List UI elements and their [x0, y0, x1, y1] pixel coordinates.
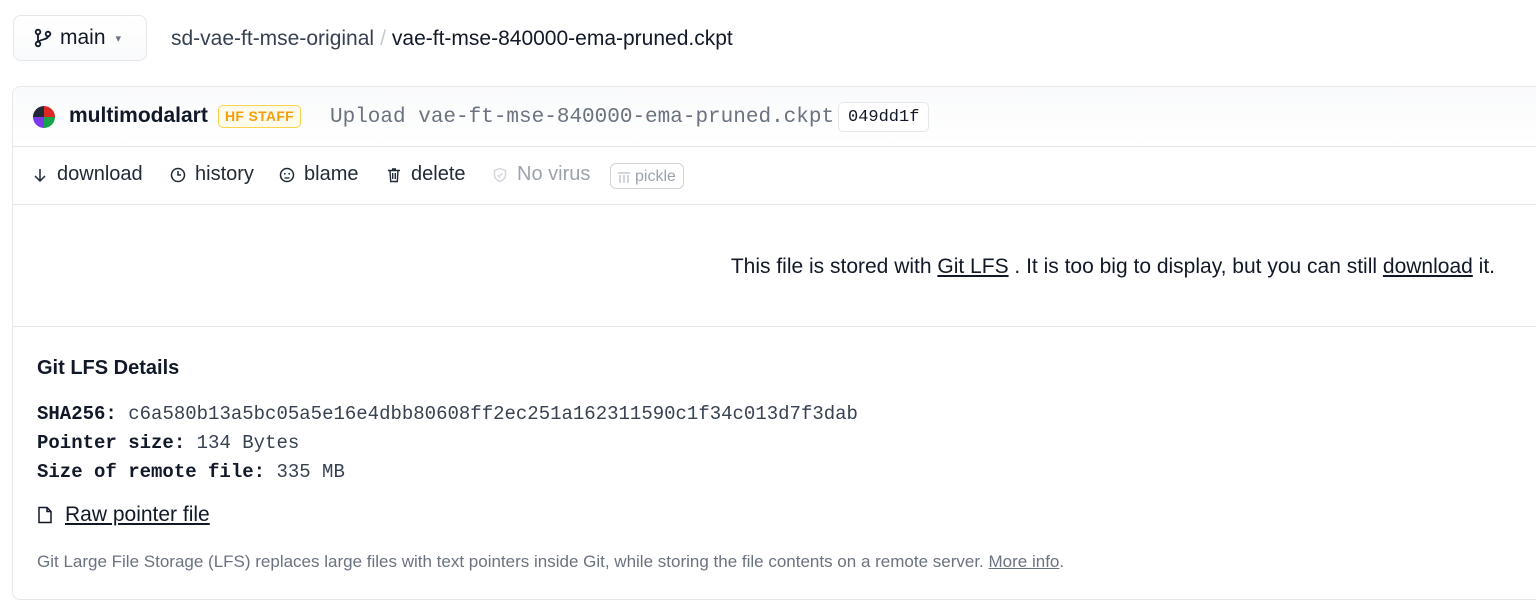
sha256-label: SHA256: — [37, 403, 117, 425]
history-button[interactable]: history — [170, 163, 254, 186]
download-label: download — [57, 163, 143, 185]
download-link[interactable]: download — [1383, 255, 1473, 278]
remote-size-row: Size of remote file: 335 MB — [37, 461, 345, 483]
virus-status-label: No virus — [517, 163, 591, 185]
file-actions: download history blame delete No virus p… — [13, 146, 1536, 205]
remote-size-value: 335 MB — [276, 461, 345, 483]
file-icon — [38, 506, 52, 524]
raw-pointer-label: Raw pointer file — [65, 503, 210, 526]
virus-status: No virus — [492, 163, 590, 186]
avatar[interactable] — [33, 106, 55, 128]
commit-author[interactable]: multimodalart — [69, 104, 208, 128]
breadcrumb-file: vae-ft-mse-840000-ema-pruned.ckpt — [391, 27, 733, 50]
clock-icon — [170, 167, 186, 182]
lfs-details: Git LFS Details SHA256: c6a580b13a5bc05a… — [37, 357, 1064, 571]
lfs-notice: This file is stored with Git LFS . It is… — [731, 255, 1495, 279]
blame-button[interactable]: blame — [279, 163, 358, 186]
branch-selector[interactable]: main ▾ — [13, 15, 147, 61]
file-card: multimodalart HF STAFF Upload vae-ft-mse… — [12, 86, 1536, 600]
pickle-label: pickle — [635, 168, 676, 185]
branch-label: main — [60, 26, 106, 49]
shield-check-icon — [493, 167, 507, 182]
commit-message[interactable]: Upload vae-ft-mse-840000-ema-pruned.ckpt — [330, 106, 834, 129]
breadcrumb: sd-vae-ft-mse-original / vae-ft-mse-8400… — [171, 27, 733, 51]
lfs-notice-middle: . It is too big to display, but you can … — [1014, 255, 1378, 278]
blame-label: blame — [304, 163, 359, 185]
lfs-explanation-end: . — [1059, 552, 1065, 571]
commit-hash[interactable]: 049dd1f — [838, 102, 930, 132]
sha256-value: c6a580b13a5bc05a5e16e4dbb80608ff2ec251a1… — [128, 403, 858, 425]
last-commit-bar: multimodalart HF STAFF Upload vae-ft-mse… — [13, 87, 1536, 147]
lfs-explanation: Git Large File Storage (LFS) replaces la… — [37, 552, 1064, 572]
raw-pointer-link[interactable]: Raw pointer file — [37, 503, 210, 527]
remote-size-label: Size of remote file: — [37, 461, 266, 483]
lfs-notice-suffix: it. — [1478, 255, 1495, 278]
pickle-badge[interactable]: pickle — [610, 163, 684, 189]
history-label: history — [195, 163, 254, 185]
breadcrumb-repo[interactable]: sd-vae-ft-mse-original — [171, 27, 374, 51]
pickle-jar-icon — [618, 172, 630, 183]
delete-label: delete — [411, 163, 466, 185]
delete-button[interactable]: delete — [386, 163, 466, 186]
git-lfs-link[interactable]: Git LFS — [937, 255, 1008, 278]
divider — [13, 326, 1536, 327]
lfs-explanation-text: Git Large File Storage (LFS) replaces la… — [37, 552, 984, 571]
download-button[interactable]: download — [32, 163, 143, 186]
git-branch-icon — [34, 28, 52, 48]
chevron-down-icon: ▾ — [115, 32, 122, 45]
pointer-size-row: Pointer size: 134 Bytes — [37, 432, 299, 454]
breadcrumb-separator: / — [380, 27, 386, 50]
more-info-link[interactable]: More info — [989, 552, 1060, 571]
sha256-row: SHA256: c6a580b13a5bc05a5e16e4dbb80608ff… — [37, 403, 858, 425]
pointer-size-value: 134 Bytes — [196, 432, 300, 454]
arrow-down-icon — [34, 168, 46, 182]
trash-icon — [388, 167, 400, 182]
staff-badge: HF STAFF — [218, 105, 302, 128]
face-icon — [279, 167, 295, 182]
pointer-size-label: Pointer size: — [37, 432, 186, 454]
lfs-notice-prefix: This file is stored with — [730, 255, 932, 278]
lfs-details-title: Git LFS Details — [37, 357, 180, 379]
